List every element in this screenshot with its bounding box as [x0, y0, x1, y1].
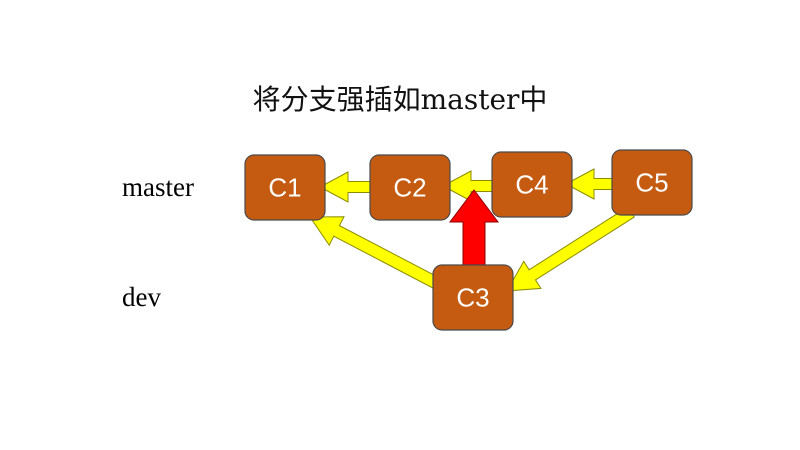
commit-node-c5: C5 [611, 149, 693, 216]
edge-arrow-c5-to-c3 [506, 206, 635, 292]
commit-label: C4 [515, 170, 548, 200]
commit-node-c4: C4 [491, 151, 573, 218]
commit-node-c3: C3 [432, 264, 514, 331]
commit-graph: C1 C2 C4 C5 C3 [244, 149, 693, 331]
commit-label: C3 [456, 283, 489, 313]
commit-label: C5 [635, 168, 668, 198]
commit-node-c1: C1 [244, 154, 326, 221]
insert-arrow-c3-to-c2 [449, 189, 499, 269]
commit-node-c2: C2 [369, 154, 451, 221]
commit-label: C1 [268, 173, 301, 203]
edge-arrow-c2-to-c1 [318, 171, 375, 203]
commit-label: C2 [393, 173, 426, 203]
edge-arrow-c3-to-c1 [309, 216, 446, 292]
